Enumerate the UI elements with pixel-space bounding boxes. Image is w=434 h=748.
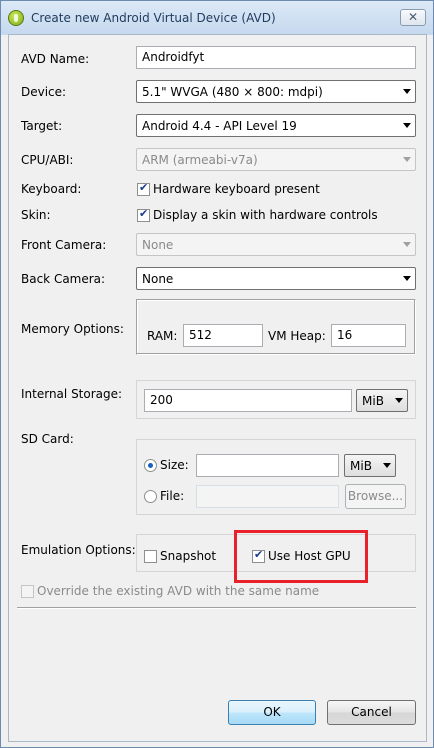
vm-heap-input[interactable]: 16 [331,324,406,347]
device-label: Device: [21,85,67,99]
separator [17,607,416,609]
close-button[interactable]: ✕ [400,9,426,26]
back-camera-select[interactable]: None [136,267,416,290]
back-camera-select-value: None [142,272,174,286]
ok-button[interactable]: OK [228,700,316,725]
skin-checkbox-label[interactable]: Display a skin with hardware controls [153,208,378,222]
front-camera-select-value: None [142,238,174,252]
sd-size-unit-value: MiB [350,459,372,473]
sd-size-input[interactable] [196,454,339,477]
chevron-down-icon [383,463,391,468]
keyboard-label: Keyboard: [21,182,82,196]
keyboard-checkbox-label[interactable]: Hardware keyboard present [153,182,320,196]
target-label: Target: [21,119,63,133]
cpu-abi-select: ARM (armeabi-v7a) [136,148,416,171]
dialog-content: AVD Name: Androidfyt Device: 5.1" WVGA (… [8,34,427,742]
back-camera-label: Back Camera: [21,272,106,286]
skin-label: Skin: [21,208,51,222]
sd-size-label[interactable]: Size: [160,458,189,472]
sd-size-unit-select[interactable]: MiB [344,454,396,477]
skin-checkbox[interactable] [137,207,150,222]
chevron-down-icon [403,89,411,94]
ram-input[interactable]: 512 [183,324,263,347]
title-bar[interactable]: Create new Android Virtual Device (AVD) … [1,1,433,35]
override-checkbox [21,585,34,598]
chevron-down-icon [403,242,411,247]
sd-file-radio[interactable] [144,490,157,503]
cpu-abi-select-value: ARM (armeabi-v7a) [142,153,258,167]
emulation-options-label: Emulation Options: [21,543,136,557]
avd-name-input[interactable]: Androidfyt [136,46,416,69]
snapshot-checkbox[interactable] [144,550,157,563]
chevron-down-icon [403,157,411,162]
target-select[interactable]: Android 4.4 - API Level 19 [136,114,416,137]
avd-dialog-window: Create new Android Virtual Device (AVD) … [0,0,434,748]
internal-storage-unit-select[interactable]: MiB [356,389,408,412]
sd-card-label: SD Card: [21,432,74,446]
internal-storage-input[interactable]: 200 [144,389,352,412]
target-select-value: Android 4.4 - API Level 19 [142,119,297,133]
chevron-down-icon [403,123,411,128]
browse-button: Browse... [345,484,406,509]
sd-size-radio[interactable] [144,459,157,472]
internal-storage-unit-value: MiB [362,394,384,408]
ram-label: RAM: [147,329,178,343]
vm-heap-label: VM Heap: [268,329,326,343]
memory-options-label: Memory Options: [21,322,124,336]
sd-file-label[interactable]: File: [160,489,184,503]
snapshot-label[interactable]: Snapshot [160,549,216,563]
cancel-button[interactable]: Cancel [327,700,416,725]
front-camera-select: None [136,233,416,256]
chevron-down-icon [395,398,403,403]
window-title: Create new Android Virtual Device (AVD) [31,11,276,25]
front-camera-label: Front Camera: [21,238,107,252]
internal-storage-label: Internal Storage: [21,387,123,401]
override-label: Override the existing AVD with the same … [37,584,320,598]
device-select-value: 5.1" WVGA (480 × 800: mdpi) [142,85,323,99]
chevron-down-icon [403,276,411,281]
highlight-box [234,530,368,583]
cpu-abi-label: CPU/ABI: [21,153,74,167]
android-app-icon [8,10,24,26]
sd-file-input [196,485,339,508]
avd-name-label: AVD Name: [21,52,90,66]
keyboard-checkbox[interactable] [137,181,150,196]
device-select[interactable]: 5.1" WVGA (480 × 800: mdpi) [136,80,416,103]
